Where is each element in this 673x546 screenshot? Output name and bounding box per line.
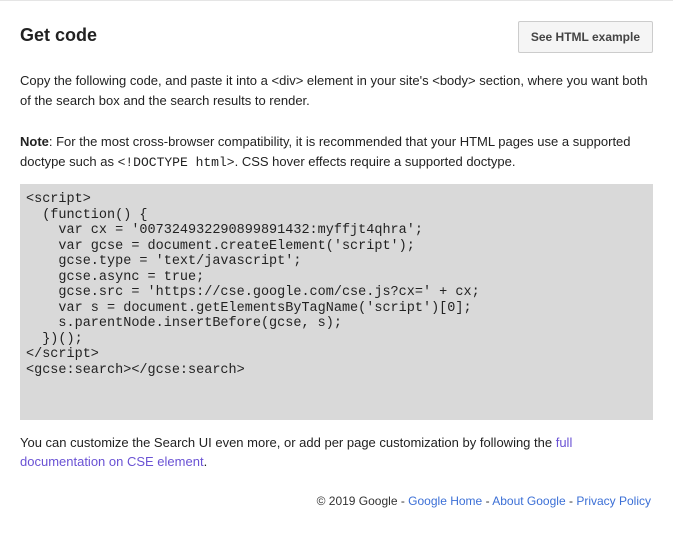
footer-link-google-home[interactable]: Google Home bbox=[408, 494, 482, 508]
content-container: Get code See HTML example Copy the follo… bbox=[0, 1, 673, 494]
see-html-example-button[interactable]: See HTML example bbox=[518, 21, 653, 53]
note-label: Note bbox=[20, 134, 49, 149]
code-snippet[interactable]: <script> (function() { var cx = '0073249… bbox=[20, 184, 653, 420]
intro-text: Copy the following code, and paste it in… bbox=[20, 71, 653, 110]
footer-link-privacy-policy[interactable]: Privacy Policy bbox=[576, 494, 651, 508]
footer: © 2019 Google - Google Home - About Goog… bbox=[0, 494, 673, 508]
page-title: Get code bbox=[20, 25, 97, 46]
after-pre: You can customize the Search UI even mor… bbox=[20, 435, 556, 450]
customize-text: You can customize the Search UI even mor… bbox=[20, 434, 653, 472]
after-post: . bbox=[204, 454, 208, 469]
footer-link-about-google[interactable]: About Google bbox=[492, 494, 565, 508]
copyright-text: © 2019 Google bbox=[317, 494, 401, 508]
note-code: <!DOCTYPE html> bbox=[118, 155, 235, 170]
note-text: Note: For the most cross-browser compati… bbox=[20, 132, 653, 172]
note-after: . CSS hover effects require a supported … bbox=[235, 154, 516, 169]
